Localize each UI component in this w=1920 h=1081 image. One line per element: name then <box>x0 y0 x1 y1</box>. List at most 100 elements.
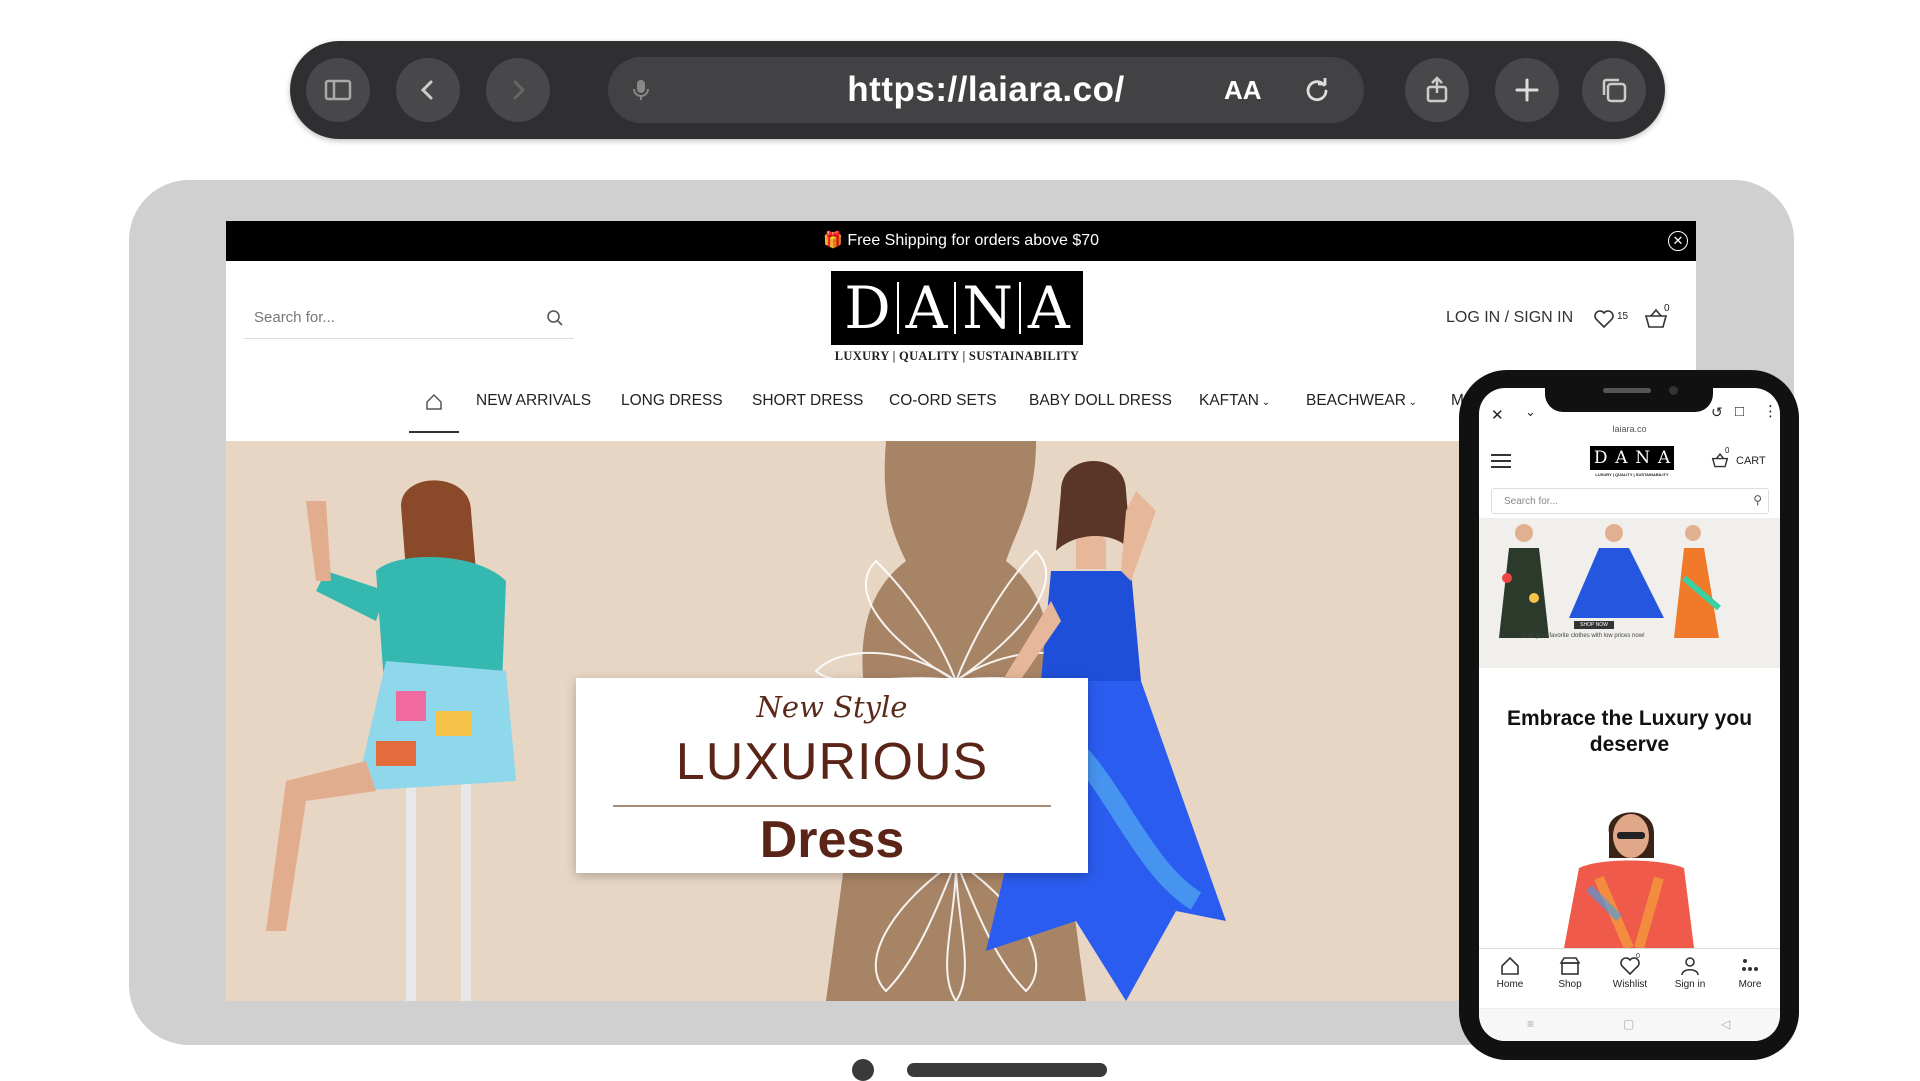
chevron-left-icon <box>420 80 433 100</box>
home-icon <box>1501 956 1519 975</box>
tablet-home-indicator[interactable] <box>907 1063 1107 1077</box>
new-tab-button[interactable] <box>1495 58 1559 122</box>
hero-line2: LUXURIOUS <box>675 733 989 791</box>
phone-cart-count: 0 <box>1725 446 1730 455</box>
tab-wishlist[interactable]: Wishlist 0 <box>1600 953 1660 990</box>
logo-tagline: LUXURY | QUALITY | SUSTAINABILITY <box>834 349 1080 363</box>
phone-logo[interactable]: DANA <box>1590 446 1674 470</box>
gift-icon: 🎁 <box>822 232 843 249</box>
more-dots-icon <box>1742 959 1758 971</box>
heart-icon[interactable] <box>1593 309 1615 329</box>
logo-letter: A <box>1657 448 1671 468</box>
phone-camera <box>1669 386 1678 395</box>
promo-banner: 🎁 Free Shipping for orders above $70 ✕ <box>226 221 1696 261</box>
share-icon[interactable]: ↺ <box>1711 404 1723 421</box>
tabs-icon <box>1602 78 1627 103</box>
tablet-camera-dot <box>852 1059 874 1081</box>
promo-text: Free Shipping for orders above $70 <box>847 232 1100 249</box>
chevron-right-icon <box>513 80 526 100</box>
more-vertical-icon[interactable]: ⋮ <box>1763 402 1778 420</box>
hero-line1: New Style <box>756 690 908 724</box>
tab-label: Wishlist <box>1612 979 1648 990</box>
hero-divider <box>613 805 1051 807</box>
phone-product-image <box>1564 812 1694 948</box>
phone-speaker <box>1603 388 1651 393</box>
cart-count: 0 <box>1664 303 1670 314</box>
wishlist-count: 15 <box>1617 311 1629 322</box>
text-size-button[interactable]: AA <box>1224 75 1262 106</box>
sidebar-icon <box>324 79 352 101</box>
chevron-down-icon: ⌄ <box>1259 397 1271 408</box>
share-icon <box>1426 76 1448 103</box>
tab-label: More <box>1738 979 1762 990</box>
nav-new-arrivals[interactable]: NEW ARRIVALS <box>476 392 591 410</box>
forward-button[interactable] <box>486 58 550 122</box>
tab-shop[interactable]: Shop <box>1540 955 1600 990</box>
logo-letter: A <box>1027 274 1070 342</box>
phone-heading: Embrace the Luxury you deserve <box>1506 707 1753 756</box>
search-icon[interactable] <box>546 309 564 327</box>
logo-letter: A <box>905 274 948 342</box>
phone-tab-bar: Home Shop Wishlist 0 Sign in More <box>1479 948 1780 1008</box>
tab-home[interactable]: Home <box>1480 955 1540 990</box>
nav-beachwear[interactable]: BEACHWEAR ⌄ <box>1306 392 1417 410</box>
logo-letter: N <box>1635 448 1651 468</box>
close-icon[interactable]: ✕ <box>1668 231 1688 251</box>
logo-letter: D <box>844 274 891 342</box>
search-icon[interactable]: ⚲ <box>1753 493 1762 507</box>
phone-search-placeholder: Search for... <box>1504 496 1558 507</box>
store-icon <box>1559 957 1581 975</box>
logo-tagline: LUXURY | QUALITY | SUSTAINABILITY <box>1595 472 1669 477</box>
nav-long-dress[interactable]: LONG DRESS <box>621 392 723 410</box>
phone-wishlist-count: 0 <box>1636 953 1640 960</box>
back-triangle-icon[interactable]: ◁ <box>1721 1017 1730 1031</box>
nav-short-dress[interactable]: SHORT DRESS <box>752 392 863 410</box>
phone-screen: ✕ ⌄ ↺ □ ⋮ laiara.co DANA LUXURY | QUALIT… <box>1479 388 1780 1041</box>
phone-search-input[interactable]: Search for... ⚲ <box>1491 488 1769 514</box>
nav-label: BEACHWEAR <box>1306 392 1406 409</box>
phone-hero-caption: Grab your favorite clothes with low pric… <box>1521 633 1645 639</box>
model-left-image <box>266 480 516 1001</box>
search-input[interactable]: Search for... <box>244 299 574 339</box>
hero-line3: Dress <box>759 811 905 869</box>
bookmark-icon[interactable]: □ <box>1735 403 1744 420</box>
home-square-icon[interactable]: ▢ <box>1623 1017 1634 1031</box>
nav-active-indicator <box>409 431 459 433</box>
phone-hero-banner[interactable]: SHOP NOW Grab your favorite clothes with… <box>1479 518 1780 668</box>
recent-apps-icon[interactable]: ≡ <box>1527 1017 1534 1031</box>
tab-label: Shop <box>1558 979 1582 990</box>
user-icon <box>1681 957 1699 976</box>
tab-more[interactable]: More <box>1720 955 1780 990</box>
tab-label: Sign in <box>1674 979 1706 990</box>
search-placeholder: Search for... <box>254 309 335 326</box>
tab-label: Home <box>1496 979 1524 990</box>
back-button[interactable] <box>396 58 460 122</box>
shop-now-button[interactable]: SHOP NOW <box>1574 621 1614 629</box>
logo-letter: A <box>1615 448 1628 468</box>
tab-sign-in[interactable]: Sign in <box>1660 955 1720 990</box>
login-link[interactable]: LOG IN / SIGN IN <box>1446 309 1573 327</box>
nav-co-ord-sets[interactable]: CO-ORD SETS <box>889 392 997 410</box>
phone-hero-image <box>1479 518 1780 668</box>
nav-kaftan[interactable]: KAFTAN ⌄ <box>1199 392 1270 410</box>
hero-headline-card: New Style LUXURIOUS Dress <box>576 678 1088 873</box>
chevron-down-icon[interactable]: ⌄ <box>1525 404 1536 420</box>
reload-icon[interactable] <box>1302 75 1332 105</box>
site-logo[interactable]: D A N A LUXURY | QUALITY | SUSTAINABILIT… <box>831 271 1083 363</box>
tabs-overview-button[interactable] <box>1582 58 1646 122</box>
logo-letter: N <box>962 274 1014 342</box>
phone-notch <box>1545 382 1713 412</box>
phone-cart-label[interactable]: CART <box>1736 455 1766 467</box>
logo-mark: D A N A <box>831 271 1083 345</box>
address-bar[interactable]: https://laiara.co/ AA <box>608 57 1364 123</box>
plus-icon <box>1515 78 1539 102</box>
nav-baby-doll-dress[interactable]: BABY DOLL DRESS <box>1029 392 1172 410</box>
menu-icon[interactable] <box>1491 454 1511 468</box>
android-nav-bar: ≡ ▢ ◁ <box>1479 1008 1780 1041</box>
home-icon[interactable] <box>425 393 443 411</box>
close-icon[interactable]: ✕ <box>1491 406 1504 424</box>
sidebar-toggle-button[interactable] <box>306 58 370 122</box>
share-button[interactable] <box>1405 58 1469 122</box>
chevron-down-icon: ⌄ <box>1405 397 1418 408</box>
phone-domain: laiara.co <box>1612 424 1647 434</box>
